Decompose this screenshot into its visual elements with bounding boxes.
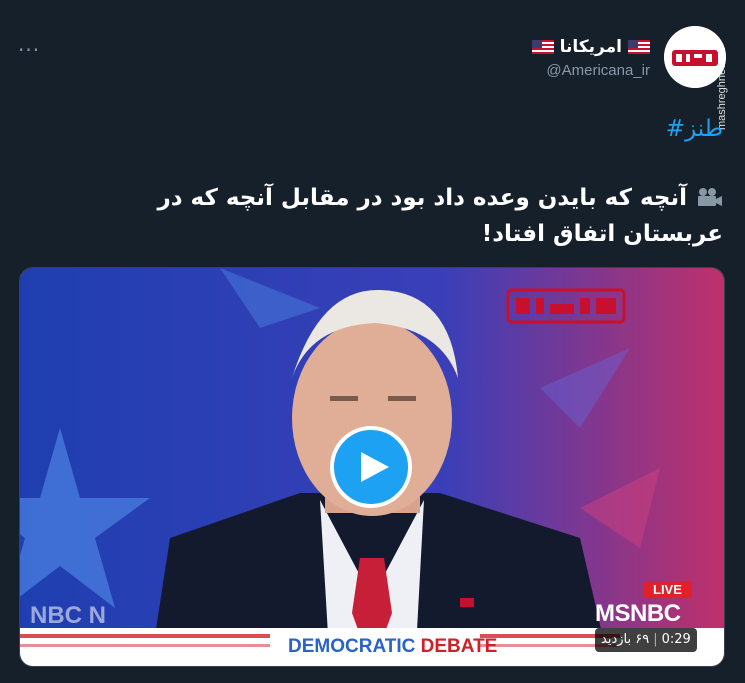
account-name: امریکانا bbox=[559, 37, 622, 57]
banner-democratic: DEMOCRATIC bbox=[288, 636, 416, 657]
msnbc-logo: MSNBC bbox=[595, 600, 681, 627]
separator: | bbox=[653, 632, 658, 647]
video-duration-badge: 0:29 | ۶۹ بازدید bbox=[595, 628, 697, 652]
hashtag-link[interactable]: #طنز bbox=[666, 116, 723, 142]
play-icon bbox=[361, 452, 389, 482]
account-name-row[interactable]: امریکانا bbox=[531, 37, 650, 57]
camera-icon bbox=[698, 188, 722, 206]
live-badge: LIVE bbox=[643, 581, 692, 598]
more-options-button[interactable]: ··· bbox=[18, 38, 40, 62]
view-count: ۶۹ بازدید bbox=[601, 632, 650, 647]
video-duration: 0:29 bbox=[661, 632, 691, 647]
us-flag-icon bbox=[628, 40, 650, 54]
americana-watermark-logo bbox=[506, 288, 626, 324]
video-player[interactable]: NBC N LIVE MSNBC DEMOCRATIC DEBATE 0:29 … bbox=[19, 267, 725, 667]
side-watermark: mashreghnews.ir bbox=[716, 46, 728, 130]
tweet-text: آنچه که بایدن وعده داد بود در مقابل آنچه… bbox=[123, 180, 723, 252]
us-flag-icon bbox=[531, 40, 554, 54]
tweet-body: آنچه که بایدن وعده داد بود در مقابل آنچه… bbox=[157, 185, 723, 247]
banner-debate: DEBATE bbox=[420, 636, 498, 657]
account-handle[interactable]: @Americana_ir bbox=[546, 62, 650, 79]
play-button[interactable] bbox=[330, 426, 412, 508]
debate-banner: DEMOCRATIC DEBATE bbox=[288, 636, 497, 658]
nbc-news-logo: NBC N bbox=[30, 602, 106, 629]
